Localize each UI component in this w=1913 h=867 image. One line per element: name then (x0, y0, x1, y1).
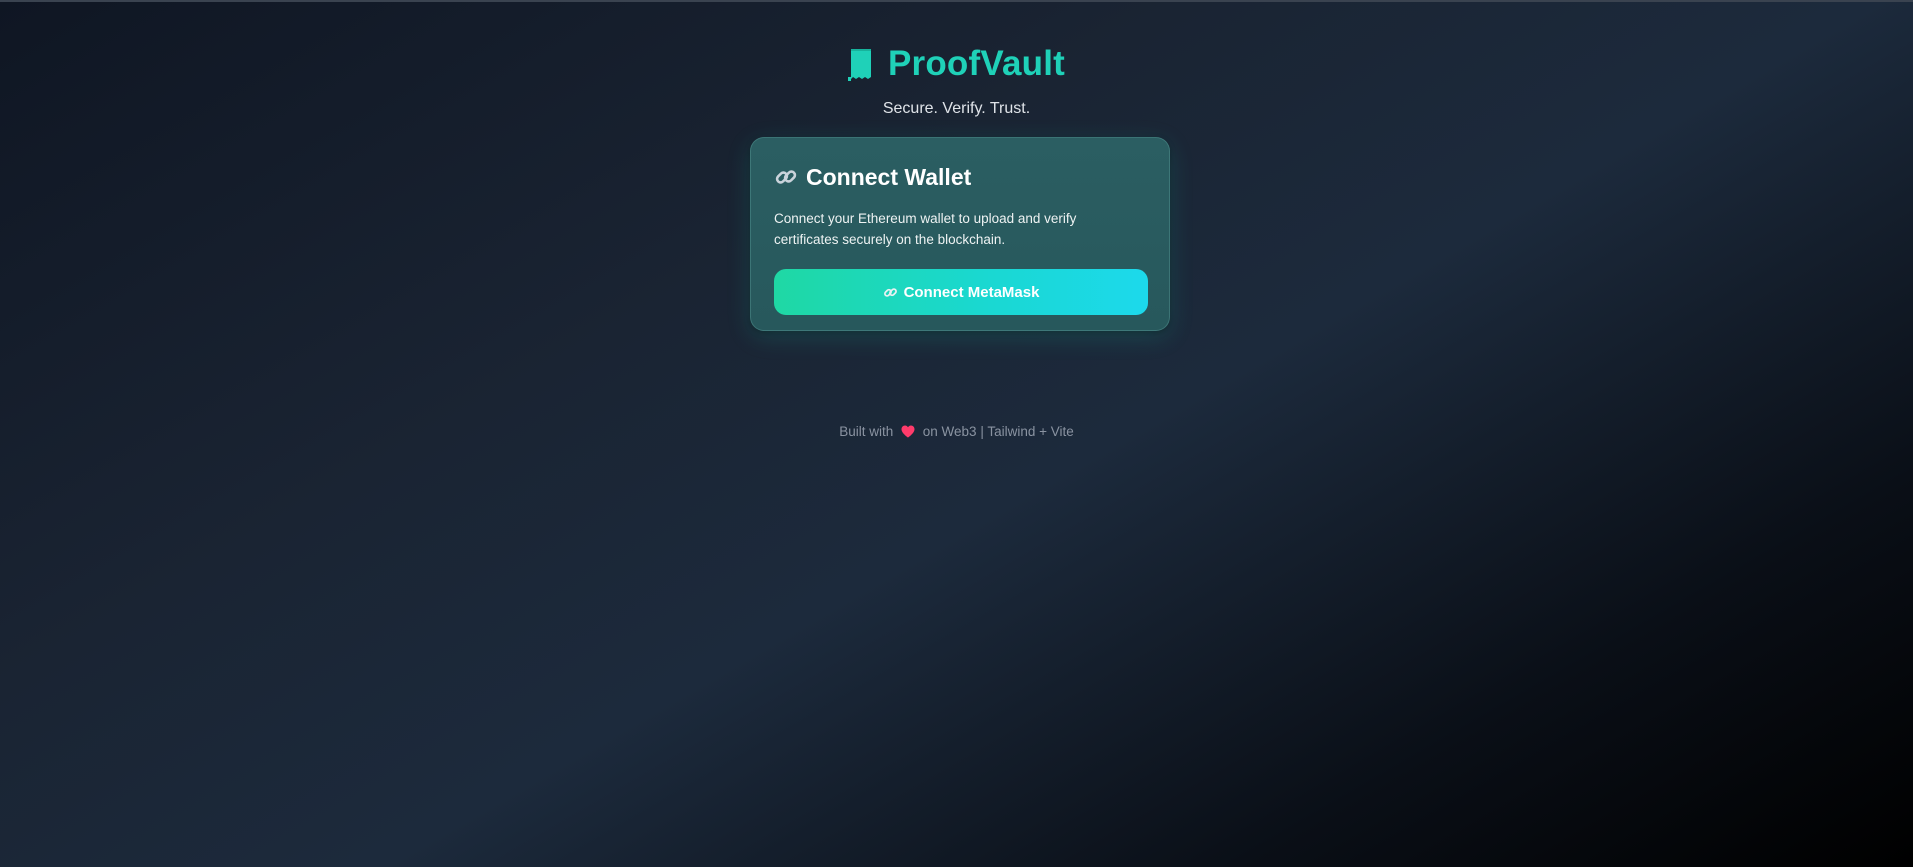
app-title: ProofVault (887, 44, 1066, 83)
receipt-icon (847, 47, 874, 81)
app-header: ProofVault Secure. Verify. Trust. (0, 44, 1913, 118)
top-border (0, 0, 1913, 2)
footer-prefix: Built with (839, 423, 894, 439)
heart-icon (901, 425, 915, 438)
connect-metamask-button[interactable]: Connect MetaMask (774, 269, 1148, 315)
link-icon (774, 165, 798, 189)
connect-metamask-label: Connect MetaMask (903, 283, 1040, 301)
connect-wallet-card: Connect Wallet Connect your Ethereum wal… (750, 137, 1170, 331)
card-title: Connect Wallet (806, 163, 972, 190)
tagline: Secure. Verify. Trust. (882, 100, 1031, 117)
brand: ProofVault (847, 44, 1066, 84)
link-icon (883, 285, 898, 300)
footer: Built with on Web3 | Tailwind + Vite (0, 423, 1913, 439)
footer-suffix: on Web3 | Tailwind + Vite (922, 423, 1074, 439)
card-description: Connect your Ethereum wallet to upload a… (774, 211, 1077, 247)
card-heading: Connect Wallet (774, 162, 1146, 192)
